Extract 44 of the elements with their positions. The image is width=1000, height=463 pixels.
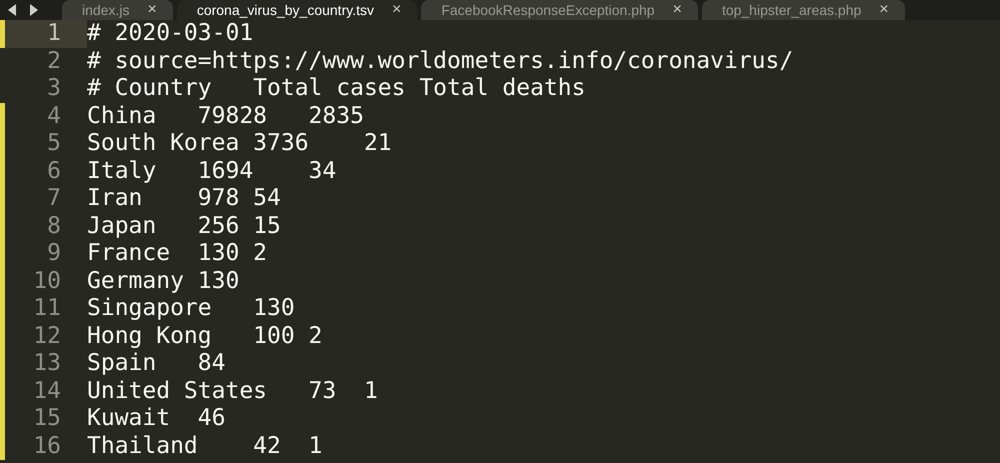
code-line: United States 73 1 bbox=[87, 378, 378, 405]
tab-label: top_hipster_areas.php bbox=[722, 2, 862, 18]
code-line: China 79828 2835 bbox=[87, 102, 364, 130]
code-line: Italy 1694 34 bbox=[87, 158, 336, 185]
line-number: 11 bbox=[32, 295, 62, 322]
line-number: 9 bbox=[46, 240, 62, 268]
line-number: 13 bbox=[32, 350, 62, 378]
line-number: 4 bbox=[46, 102, 62, 130]
code-line: Thailand 42 1 bbox=[87, 432, 322, 460]
code-line: Kuwait 46 bbox=[87, 405, 226, 432]
line-number: 1 bbox=[5, 20, 87, 48]
code-line: Spain 84 bbox=[87, 350, 226, 378]
line-number: 16 bbox=[32, 432, 62, 460]
code-line: Germany 130 bbox=[87, 268, 240, 295]
editor-tab[interactable]: FacebookResponseException.php × bbox=[421, 0, 698, 20]
code-line: France 130 2 bbox=[87, 240, 268, 268]
code-line: Japan 256 15 bbox=[87, 212, 281, 240]
code-line: # Country Total cases Total deaths bbox=[87, 75, 586, 102]
line-number: 3 bbox=[46, 75, 62, 102]
line-number: 12 bbox=[32, 322, 62, 350]
code-line: # 2020-03-01 bbox=[87, 20, 254, 48]
tab-label: corona_virus_by_country.tsv bbox=[196, 2, 374, 18]
close-icon[interactable]: × bbox=[392, 1, 402, 19]
line-number: 15 bbox=[32, 405, 62, 432]
code-line: Iran 978 54 bbox=[87, 185, 281, 212]
editor-tab[interactable]: index.js × bbox=[62, 0, 173, 20]
line-number: 6 bbox=[46, 158, 62, 185]
editor-tab[interactable]: top_hipster_areas.php × bbox=[702, 0, 905, 20]
line-number: 10 bbox=[32, 268, 62, 295]
line-number: 14 bbox=[32, 378, 62, 405]
line-number: 5 bbox=[46, 130, 62, 158]
editor-tab[interactable]: corona_virus_by_country.tsv × bbox=[176, 0, 418, 20]
close-icon[interactable]: × bbox=[879, 1, 889, 19]
tab-label: index.js bbox=[82, 2, 130, 18]
code-line: # source=https://www.worldometers.info/coronavirus/ bbox=[87, 48, 794, 75]
close-icon[interactable]: × bbox=[672, 1, 682, 19]
close-icon[interactable]: × bbox=[147, 1, 157, 19]
code-line: Hong Kong 100 2 bbox=[87, 322, 322, 350]
code-line: South Korea 3736 21 bbox=[87, 130, 392, 158]
code-line: Singapore 130 bbox=[87, 295, 295, 322]
line-number: 7 bbox=[46, 185, 62, 212]
line-number: 2 bbox=[46, 48, 62, 75]
tab-label: FacebookResponseException.php bbox=[441, 2, 655, 18]
line-number: 8 bbox=[46, 212, 62, 240]
